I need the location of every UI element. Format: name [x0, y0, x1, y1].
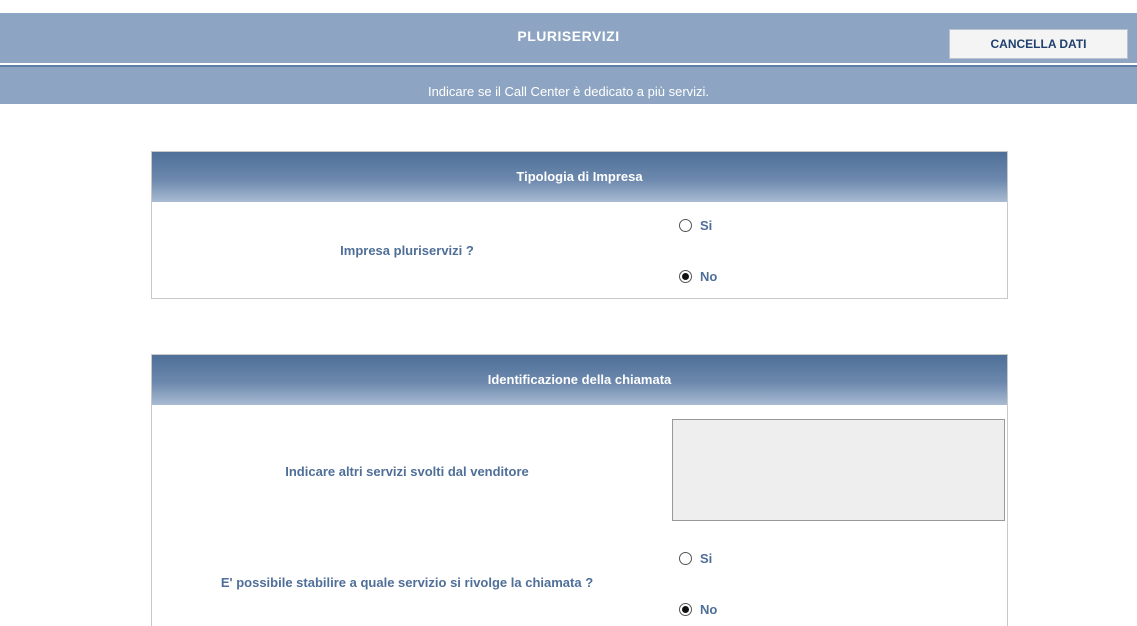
question-label: Impresa pluriservizi ? — [340, 243, 474, 258]
radio-no-icon[interactable] — [679, 603, 692, 616]
panel-identificazione-chiamata: Identificazione della chiamata Indicare … — [151, 354, 1008, 626]
radio-si-label: Si — [700, 551, 713, 566]
page: PLURISERVIZI Indicare se il Call Center … — [0, 0, 1137, 626]
panel-title: Tipologia di Impresa — [152, 152, 1007, 202]
clear-data-button[interactable]: CANCELLA DATI — [949, 29, 1128, 59]
panel-title: Identificazione della chiamata — [152, 355, 1007, 405]
altri-servizi-textarea[interactable] — [672, 419, 1005, 521]
radio-option-no[interactable]: No — [679, 602, 717, 617]
radio-no-label: No — [700, 269, 718, 284]
radio-option-no[interactable]: No — [679, 269, 717, 284]
radio-si-icon[interactable] — [679, 552, 692, 565]
radio-option-si[interactable]: Si — [679, 218, 712, 233]
question-label: E' possibile stabilire a quale servizio … — [220, 575, 594, 590]
radio-no-icon[interactable] — [679, 270, 692, 283]
radio-no-label: No — [700, 602, 718, 617]
radio-si-label: Si — [700, 218, 713, 233]
radio-option-si[interactable]: Si — [679, 551, 712, 566]
radio-si-icon[interactable] — [679, 219, 692, 232]
panel-tipologia-impresa: Tipologia di Impresa Impresa pluriserviz… — [151, 151, 1008, 299]
text-question-label: Indicare altri servizi svolti dal vendit… — [285, 464, 529, 479]
page-subtitle: Indicare se il Call Center è dedicato a … — [0, 67, 1137, 104]
